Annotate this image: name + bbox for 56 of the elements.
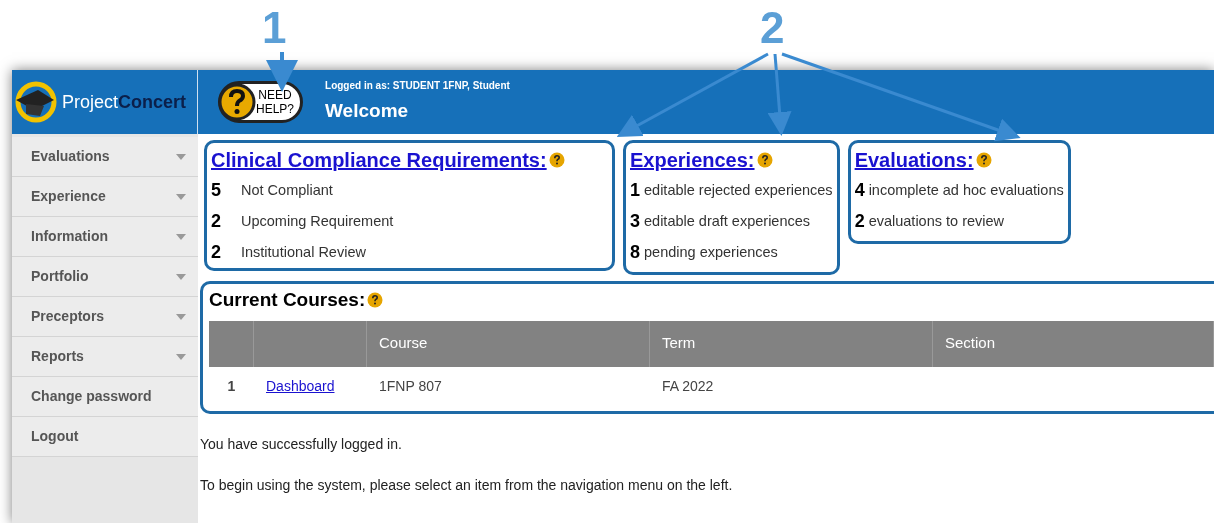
need-help-button[interactable]: NEED HELP? bbox=[218, 81, 304, 123]
annotation-number: 1 bbox=[262, 6, 287, 50]
logged-in-text: Logged in as: STUDENT 1FNP, Student bbox=[325, 79, 510, 94]
summary-title-link[interactable]: Clinical Compliance Requirements: bbox=[211, 145, 547, 175]
summary-text: editable draft experiences bbox=[644, 211, 811, 231]
section-title: Current Courses: bbox=[209, 288, 366, 312]
logo-text: ProjectConcert bbox=[62, 90, 187, 114]
count-value: 3 bbox=[630, 210, 641, 233]
table-cell: 1FNP 807 bbox=[379, 378, 442, 394]
sidebar-item[interactable]: Experience bbox=[12, 177, 198, 217]
help-icon[interactable] bbox=[756, 152, 773, 168]
count-value: 2 bbox=[854, 210, 866, 233]
summary-text: Upcoming Requirement bbox=[241, 211, 394, 231]
row-number: 1 bbox=[227, 377, 236, 396]
annotation-number: 2 bbox=[760, 6, 785, 50]
sidebar-item[interactable]: Evaluations bbox=[12, 137, 198, 177]
column-header: Course bbox=[379, 333, 428, 354]
count-value: 8 bbox=[630, 241, 641, 264]
caret-icon bbox=[176, 353, 186, 360]
caret-icon bbox=[176, 273, 186, 280]
caret-icon bbox=[176, 233, 186, 240]
count-value: 1 bbox=[630, 179, 641, 202]
summary-text: incomplete ad hoc evaluations bbox=[868, 180, 1064, 200]
summary-text: editable rejected experiences bbox=[644, 180, 833, 200]
column-header: Section bbox=[945, 333, 996, 354]
summary-text: pending experiences bbox=[644, 242, 778, 262]
sidebar-item[interactable]: Portfolio bbox=[12, 257, 198, 297]
dashboard-link[interactable]: Dashboard bbox=[266, 378, 335, 394]
sidebar-item[interactable]: Reports bbox=[12, 337, 198, 377]
annotation-arrow bbox=[266, 52, 298, 92]
summary-title-link[interactable]: Evaluations: bbox=[854, 145, 974, 175]
question-mark-icon bbox=[218, 83, 256, 121]
page-title: Welcome bbox=[325, 99, 410, 124]
info-message: To begin using the system, please select an item from the navigation menu on the left. bbox=[200, 475, 734, 495]
summary-title-link[interactable]: Experiences: bbox=[630, 145, 755, 175]
help-icon[interactable] bbox=[367, 292, 384, 309]
sidebar-item[interactable]: Change password bbox=[12, 377, 198, 417]
sidebar-item[interactable]: Preceptors bbox=[12, 297, 198, 337]
table-cell: FA 2022 bbox=[662, 378, 714, 394]
summary-text: Not Compliant bbox=[241, 180, 333, 200]
column-header: Term bbox=[662, 333, 696, 354]
summary-text: evaluations to review bbox=[868, 211, 1005, 231]
count-value: 2 bbox=[211, 210, 222, 233]
sidebar-item[interactable]: Logout bbox=[12, 417, 198, 457]
count-value: 5 bbox=[211, 179, 222, 202]
help-icon[interactable] bbox=[548, 152, 565, 168]
count-value: 2 bbox=[211, 241, 222, 264]
info-message: You have successfully logged in. bbox=[200, 434, 403, 454]
help-icon[interactable] bbox=[975, 152, 992, 168]
count-value: 4 bbox=[854, 179, 866, 202]
logo-icon bbox=[14, 80, 58, 124]
caret-icon bbox=[176, 193, 186, 200]
summary-text: Institutional Review bbox=[241, 242, 366, 262]
sidebar-item[interactable]: Information bbox=[12, 217, 198, 257]
caret-icon bbox=[176, 313, 186, 320]
caret-icon bbox=[176, 153, 186, 160]
